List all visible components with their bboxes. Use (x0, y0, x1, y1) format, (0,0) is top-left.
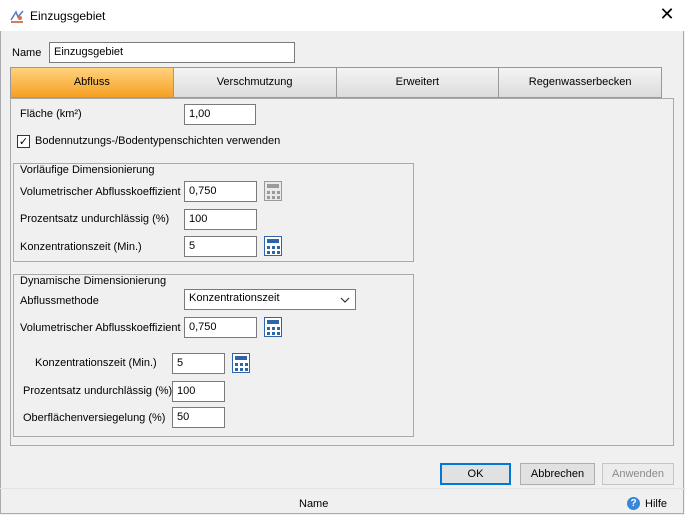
tab-regenwasserbecken[interactable]: Regenwasserbecken (499, 68, 661, 97)
tab-erweitert[interactable]: Erweitert (336, 68, 500, 97)
status-separator (0, 488, 685, 489)
app-icon (10, 10, 24, 23)
prelim-runoff-coeff-input[interactable]: 0,750 (184, 181, 257, 202)
prelim-group-title: Vorläufige Dimensionierung (18, 164, 157, 176)
dynamic-group-title: Dynamische Dimensionierung (18, 275, 169, 287)
calculator-icon[interactable] (264, 181, 282, 201)
calculator-icon[interactable] (264, 236, 282, 256)
prelim-impervious-input[interactable]: 100 (184, 209, 257, 230)
apply-button[interactable]: Anwenden (602, 463, 674, 485)
method-select[interactable]: Konzentrationszeit (184, 289, 356, 310)
dynamic-conc-time-input[interactable]: 5 (172, 353, 225, 374)
prelim-conc-time-label: Konzentrationszeit (Min.) (20, 241, 142, 253)
area-input[interactable]: 1,00 (184, 104, 256, 125)
land-use-label: Bodennutzungs-/Bodentypenschichten verwe… (35, 135, 281, 147)
close-icon[interactable]: ✕ (655, 4, 679, 26)
tab-abfluss[interactable]: Abfluss (11, 68, 174, 97)
dynamic-conc-time-label: Konzentrationszeit (Min.) (35, 357, 157, 369)
check-icon: ✓ (18, 135, 29, 148)
method-label: Abflussmethode (20, 295, 99, 307)
dynamic-runoff-coeff-label: Volumetrischer Abflusskoeffizient (20, 322, 181, 334)
prelim-impervious-label: Prozentsatz undurchlässig (%) (20, 213, 170, 225)
land-use-checkbox[interactable]: ✓ (17, 135, 30, 148)
ok-button[interactable]: OK (440, 463, 511, 485)
dynamic-impervious-label: Prozentsatz undurchlässig (%) (23, 385, 173, 397)
prelim-conc-time-input[interactable]: 5 (184, 236, 257, 257)
chevron-down-icon (340, 297, 350, 303)
tab-bar: Abfluss Verschmutzung Erweitert Regenwas… (10, 67, 662, 98)
calculator-icon[interactable] (264, 317, 282, 337)
help-icon[interactable]: ? (627, 497, 640, 510)
name-input[interactable]: Einzugsgebiet (49, 42, 295, 63)
dynamic-impervious-input[interactable]: 100 (172, 381, 225, 402)
help-link[interactable]: Hilfe (645, 498, 667, 510)
cancel-button[interactable]: Abbrechen (520, 463, 595, 485)
tab-verschmutzung[interactable]: Verschmutzung (173, 68, 337, 97)
status-text: Name (299, 498, 329, 510)
area-label: Fläche (km²) (20, 108, 82, 120)
sealing-label: Oberflächenversiegelung (%) (23, 412, 166, 424)
calculator-icon[interactable] (232, 353, 250, 373)
prelim-runoff-coeff-label: Volumetrischer Abflusskoeffizient (20, 186, 181, 198)
name-label: Name (12, 47, 42, 59)
sealing-input[interactable]: 50 (172, 407, 225, 428)
window-title: Einzugsgebiet (30, 9, 106, 23)
method-select-value: Konzentrationszeit (189, 292, 280, 304)
dynamic-runoff-coeff-input[interactable]: 0,750 (184, 317, 257, 338)
